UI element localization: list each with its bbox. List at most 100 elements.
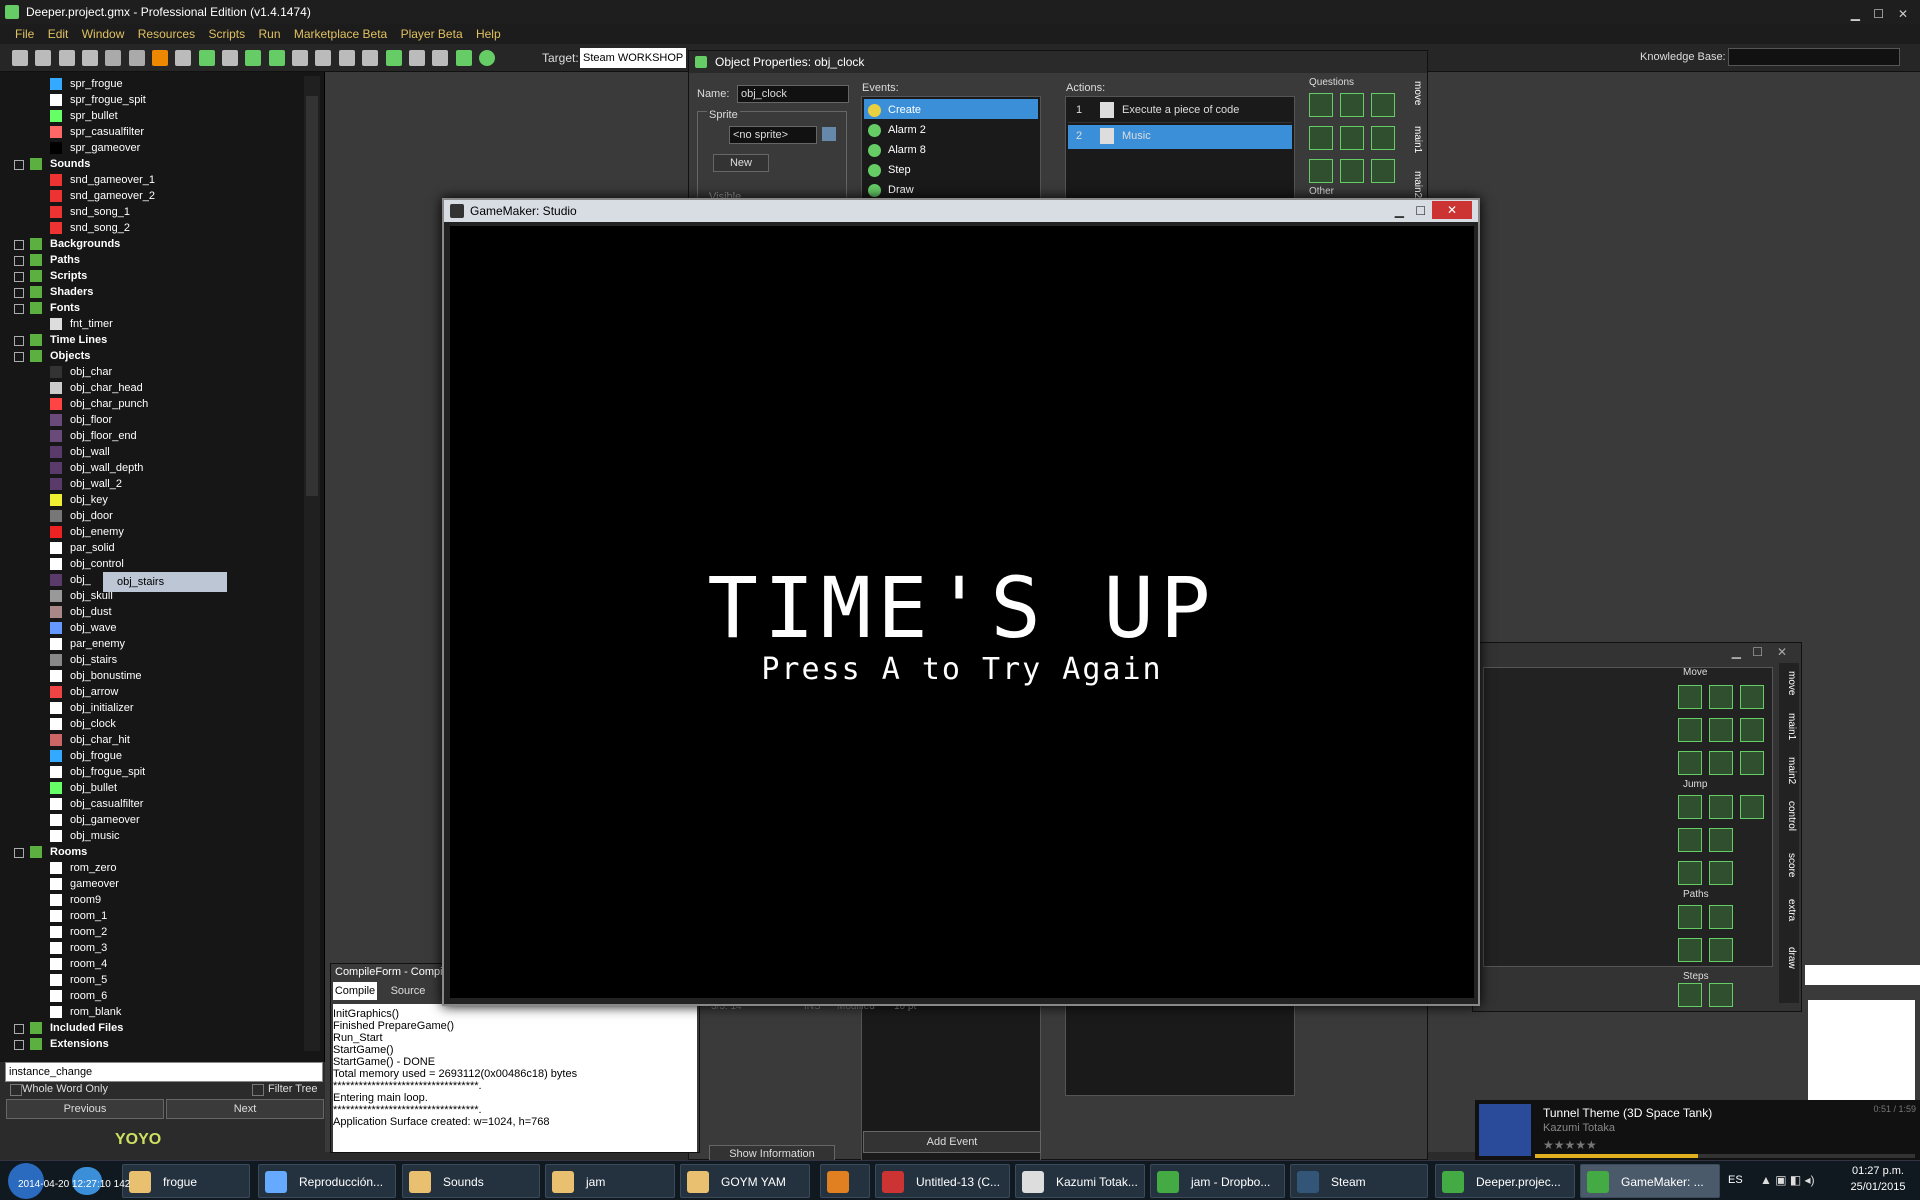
timeline-icon[interactable] — [362, 50, 379, 66]
set-path-icon[interactable] — [1678, 905, 1702, 929]
path-position-icon[interactable] — [1678, 938, 1702, 962]
move-free-icon[interactable] — [1709, 685, 1733, 709]
tree-item[interactable]: par_enemy — [0, 636, 300, 652]
knowledge-base-input[interactable] — [1728, 48, 1900, 66]
tree-item[interactable]: obj_char — [0, 364, 300, 380]
room-icon[interactable] — [408, 50, 425, 66]
menu-window[interactable]: Window — [77, 24, 130, 44]
tree-item[interactable]: fnt_timer — [0, 316, 300, 332]
tree-item[interactable]: room_6 — [0, 988, 300, 1004]
next-button[interactable]: Next — [166, 1099, 324, 1119]
tree-folder[interactable]: Paths — [0, 252, 300, 268]
taskbar-item[interactable]: frogue — [122, 1164, 250, 1198]
menu-edit[interactable]: Edit — [43, 24, 74, 44]
tab-score[interactable]: score — [1781, 853, 1797, 877]
tree-item[interactable]: obj_wall_depth — [0, 460, 300, 476]
expand-toggle-icon[interactable] — [14, 272, 24, 282]
tree-item[interactable]: snd_song_2 — [0, 220, 300, 236]
maximize-button[interactable]: ☐ — [1752, 645, 1763, 659]
tree-item[interactable]: obj_casualfilter — [0, 796, 300, 812]
menu-run[interactable]: Run — [253, 24, 285, 44]
expand-toggle-icon[interactable] — [14, 288, 24, 298]
expand-toggle-icon[interactable] — [14, 304, 24, 314]
test-empty-icon[interactable] — [1309, 93, 1333, 117]
tree-folder[interactable]: Rooms — [0, 844, 300, 860]
tree-folder[interactable]: Fonts — [0, 300, 300, 316]
new-sprite-button[interactable]: New — [713, 154, 769, 172]
tree-item[interactable]: room_1 — [0, 908, 300, 924]
taskbar-item[interactable]: Sounds — [402, 1164, 540, 1198]
expand-toggle-icon[interactable] — [14, 240, 24, 250]
tab-extra[interactable]: extra — [1781, 899, 1797, 921]
reverse-horizontal-icon[interactable] — [1678, 751, 1702, 775]
sprite-icon[interactable] — [198, 50, 215, 66]
taskbar-item[interactable]: GOYM YAM — [680, 1164, 810, 1198]
language-indicator[interactable]: ES — [1728, 1174, 1743, 1186]
end-path-icon[interactable] — [1709, 905, 1733, 929]
tree-item[interactable]: obj_enemy — [0, 524, 300, 540]
tree-item[interactable]: obj_stairs — [0, 652, 300, 668]
jump-random-icon[interactable] — [1740, 795, 1764, 819]
tree-item[interactable]: obj_arrow — [0, 684, 300, 700]
tree-item[interactable]: rom_blank — [0, 1004, 300, 1020]
save-icon[interactable] — [58, 50, 75, 66]
test-expression-icon[interactable] — [1309, 159, 1333, 183]
tree-item[interactable]: obj_floor — [0, 412, 300, 428]
tree-item[interactable]: obj_initializer — [0, 700, 300, 716]
tree-item[interactable]: obj_dust — [0, 604, 300, 620]
step-towards-icon[interactable] — [1678, 983, 1702, 1007]
tab-main2[interactable]: main2 — [1407, 171, 1423, 198]
tree-item[interactable]: spr_frogue_spit — [0, 92, 300, 108]
expand-toggle-icon[interactable] — [14, 256, 24, 266]
add-icon[interactable] — [455, 50, 472, 66]
tree-item[interactable]: rom_zero — [0, 860, 300, 876]
taskbar-item[interactable]: Kazumi Totak... — [1015, 1164, 1145, 1198]
reverse-vertical-icon[interactable] — [1709, 751, 1733, 775]
move-towards-icon[interactable] — [1740, 685, 1764, 709]
taskbar-item[interactable] — [820, 1164, 870, 1198]
minimize-button[interactable]: ▁ — [1732, 645, 1741, 659]
tree-item[interactable]: obj_clock — [0, 716, 300, 732]
tree-item[interactable]: obj_bullet — [0, 780, 300, 796]
game-canvas[interactable]: TIME'S UP Press A to Try Again — [450, 226, 1474, 998]
expand-toggle-icon[interactable] — [14, 848, 24, 858]
tree-scrollbar[interactable] — [304, 76, 320, 1051]
tab-source-control[interactable]: Source Con — [379, 982, 437, 1015]
tree-item[interactable]: obj_key — [0, 492, 300, 508]
tree-item[interactable]: room9 — [0, 892, 300, 908]
tree-item[interactable]: obj_door — [0, 508, 300, 524]
expand-toggle-icon[interactable] — [14, 352, 24, 362]
jump-position-icon[interactable] — [1678, 795, 1702, 819]
tree-item[interactable]: par_solid — [0, 540, 300, 556]
maximize-button[interactable]: ☐ — [1415, 200, 1426, 222]
taskbar-item[interactable]: Untitled-13 (C... — [875, 1164, 1010, 1198]
tab-main2[interactable]: main2 — [1781, 757, 1797, 784]
tree-item[interactable]: gameover — [0, 876, 300, 892]
menu-resources[interactable]: Resources — [133, 24, 200, 44]
test-grid-icon[interactable] — [1371, 159, 1395, 183]
previous-button[interactable]: Previous — [6, 1099, 164, 1119]
filter-tree-checkbox[interactable] — [252, 1084, 264, 1096]
gravity-icon[interactable] — [1740, 718, 1764, 742]
tab-control[interactable]: control — [1781, 801, 1797, 831]
step-avoiding-icon[interactable] — [1709, 983, 1733, 1007]
help-icon[interactable] — [478, 50, 495, 66]
background-icon[interactable] — [245, 50, 262, 66]
settings-icon[interactable] — [432, 50, 449, 66]
tree-item[interactable]: obj_bonustime — [0, 668, 300, 684]
add-event-button[interactable]: Add Event — [863, 1131, 1041, 1153]
tree-item[interactable]: obj_char_hit — [0, 732, 300, 748]
tree-item[interactable]: obj_wall_2 — [0, 476, 300, 492]
tree-item[interactable]: spr_gameover — [0, 140, 300, 156]
object-name-input[interactable]: obj_clock — [737, 85, 849, 103]
menu-help[interactable]: Help — [471, 24, 506, 44]
tree-item[interactable]: snd_gameover_1 — [0, 172, 300, 188]
sound-icon[interactable] — [222, 50, 239, 66]
tree-item[interactable]: snd_gameover_2 — [0, 188, 300, 204]
bounce-icon[interactable] — [1709, 861, 1733, 885]
tab-main1[interactable]: main1 — [1781, 713, 1797, 740]
menu-file[interactable]: File — [10, 24, 39, 44]
friction-icon[interactable] — [1740, 751, 1764, 775]
tree-item[interactable]: obj_frogue — [0, 748, 300, 764]
tree-item[interactable]: snd_song_1 — [0, 204, 300, 220]
